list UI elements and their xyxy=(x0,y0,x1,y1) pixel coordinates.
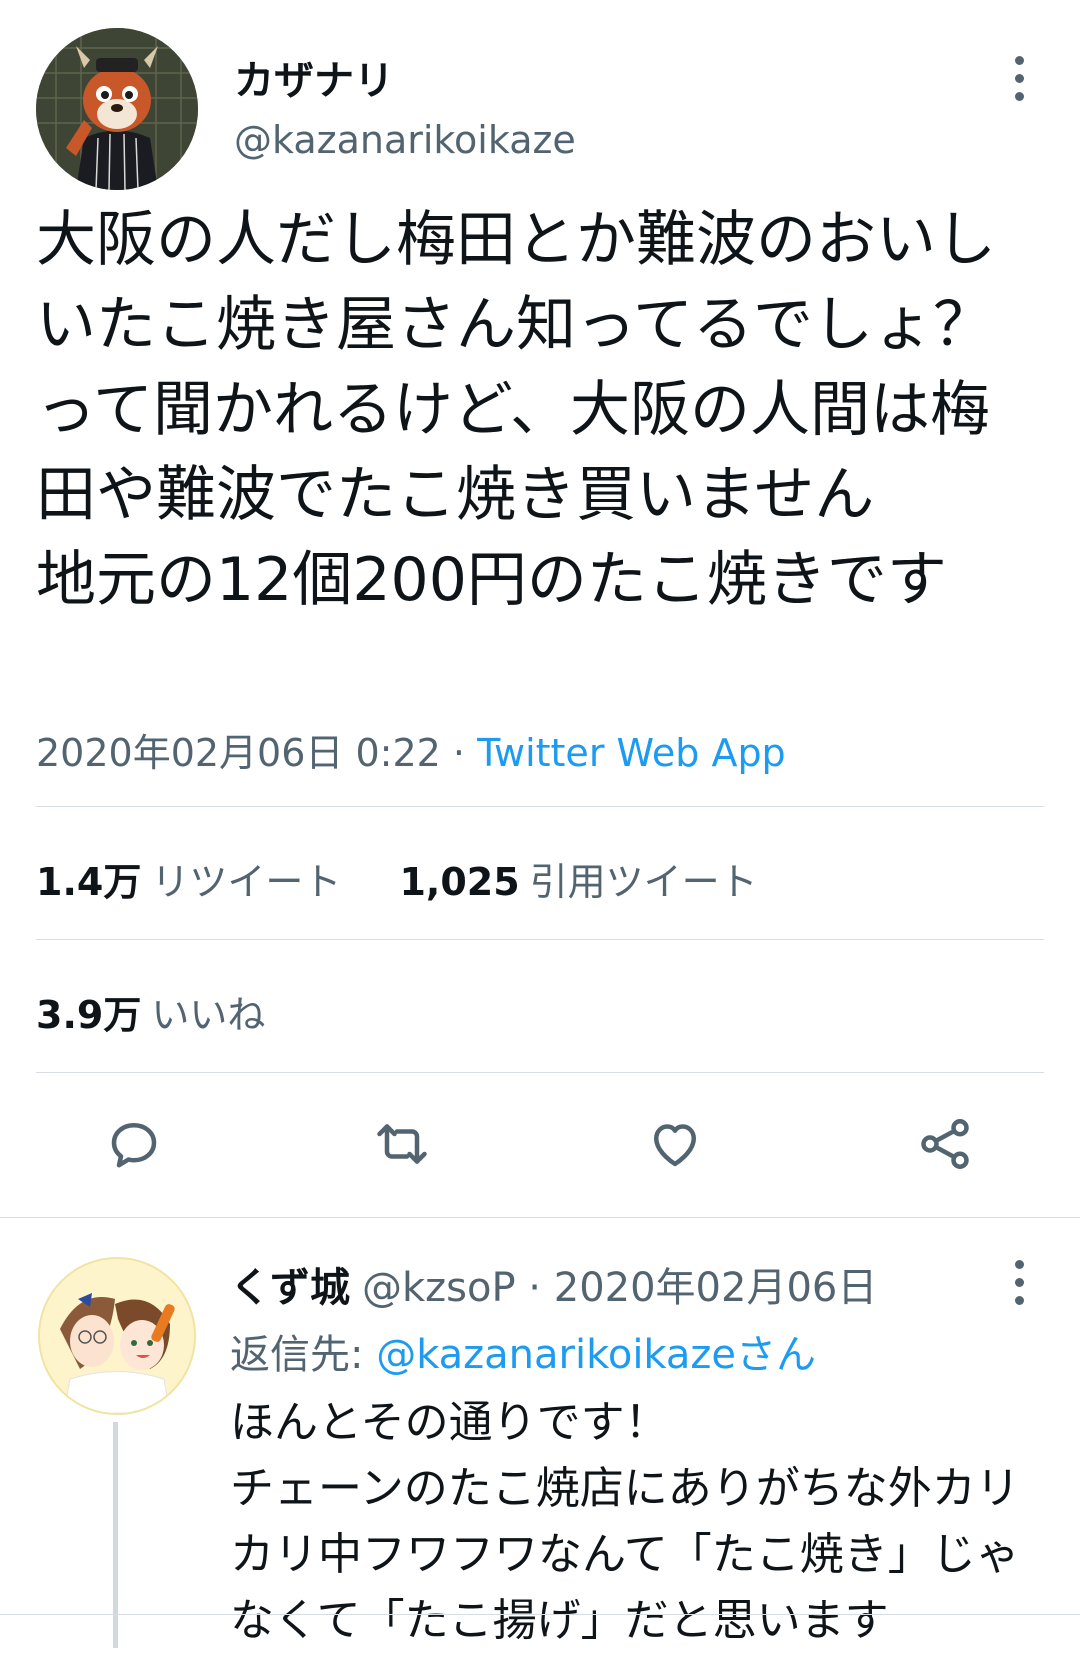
bottom-divider xyxy=(0,1614,1080,1615)
replying-to: 返信先: @kazanarikoikazeさん xyxy=(230,1322,816,1380)
divider xyxy=(36,939,1044,940)
retweet-icon xyxy=(377,1124,427,1164)
replying-to-mention[interactable]: @kazanarikoikazeさん xyxy=(376,1332,816,1378)
reply-author-name[interactable]: くず城 xyxy=(230,1265,350,1311)
retweets-label: リツイート xyxy=(151,860,342,904)
reply-author-handle[interactable]: @kzsoP xyxy=(362,1265,516,1311)
quote-tweets-stat[interactable]: 1,025 引用ツイート xyxy=(399,860,757,904)
tweet-metadata: 2020年02月06日 0:22 · Twitter Web App xyxy=(36,722,786,777)
reply-author-avatar[interactable] xyxy=(38,1257,196,1415)
retweets-stat[interactable]: 1.4万 リツイート xyxy=(36,860,341,904)
like-icon xyxy=(654,1124,696,1167)
reply-more-options-icon[interactable] xyxy=(1013,1260,1025,1305)
meta-separator: · xyxy=(440,731,478,775)
author-handle[interactable]: @kazanarikoikaze xyxy=(234,118,576,162)
reply-icon xyxy=(111,1123,157,1168)
retweet-button[interactable] xyxy=(370,1112,434,1176)
share-button[interactable] xyxy=(913,1112,977,1176)
reply-button[interactable] xyxy=(102,1112,166,1176)
likes-stat[interactable]: 3.9万 いいね xyxy=(36,984,265,1039)
anime-avatar-image xyxy=(40,1259,194,1413)
replying-to-label: 返信先: xyxy=(230,1332,377,1378)
quotes-label: 引用ツイート xyxy=(529,860,758,904)
engagement-stats: 1.4万 リツイート 1,025 引用ツイート xyxy=(36,851,758,906)
divider xyxy=(36,1072,1044,1073)
section-divider xyxy=(0,1217,1080,1218)
likes-label: いいね xyxy=(151,993,266,1037)
reply-separator: · xyxy=(515,1265,554,1311)
tweet-source-link[interactable]: Twitter Web App xyxy=(477,731,786,775)
more-options-icon[interactable] xyxy=(1013,56,1025,101)
reply-header: くず城 @kzsoP · 2020年02月06日 xyxy=(230,1255,877,1313)
author-name[interactable]: カザナリ xyxy=(234,48,394,106)
share-icon xyxy=(921,1119,969,1169)
author-avatar[interactable] xyxy=(36,28,198,190)
likes-count: 3.9万 xyxy=(36,993,142,1037)
quotes-count: 1,025 xyxy=(399,860,520,904)
mascot-avatar-image xyxy=(36,28,198,190)
tweet-text: 大阪の人だし梅田とか難波のおいしいたこ焼き屋さん知ってるでしょ？って聞かれるけど… xyxy=(36,205,996,615)
tweet-datetime[interactable]: 2020年02月06日 0:22 xyxy=(36,731,441,775)
like-button[interactable] xyxy=(643,1112,707,1176)
reply-date[interactable]: 2020年02月06日 xyxy=(554,1265,878,1311)
retweets-count: 1.4万 xyxy=(36,860,142,904)
divider xyxy=(36,806,1044,807)
